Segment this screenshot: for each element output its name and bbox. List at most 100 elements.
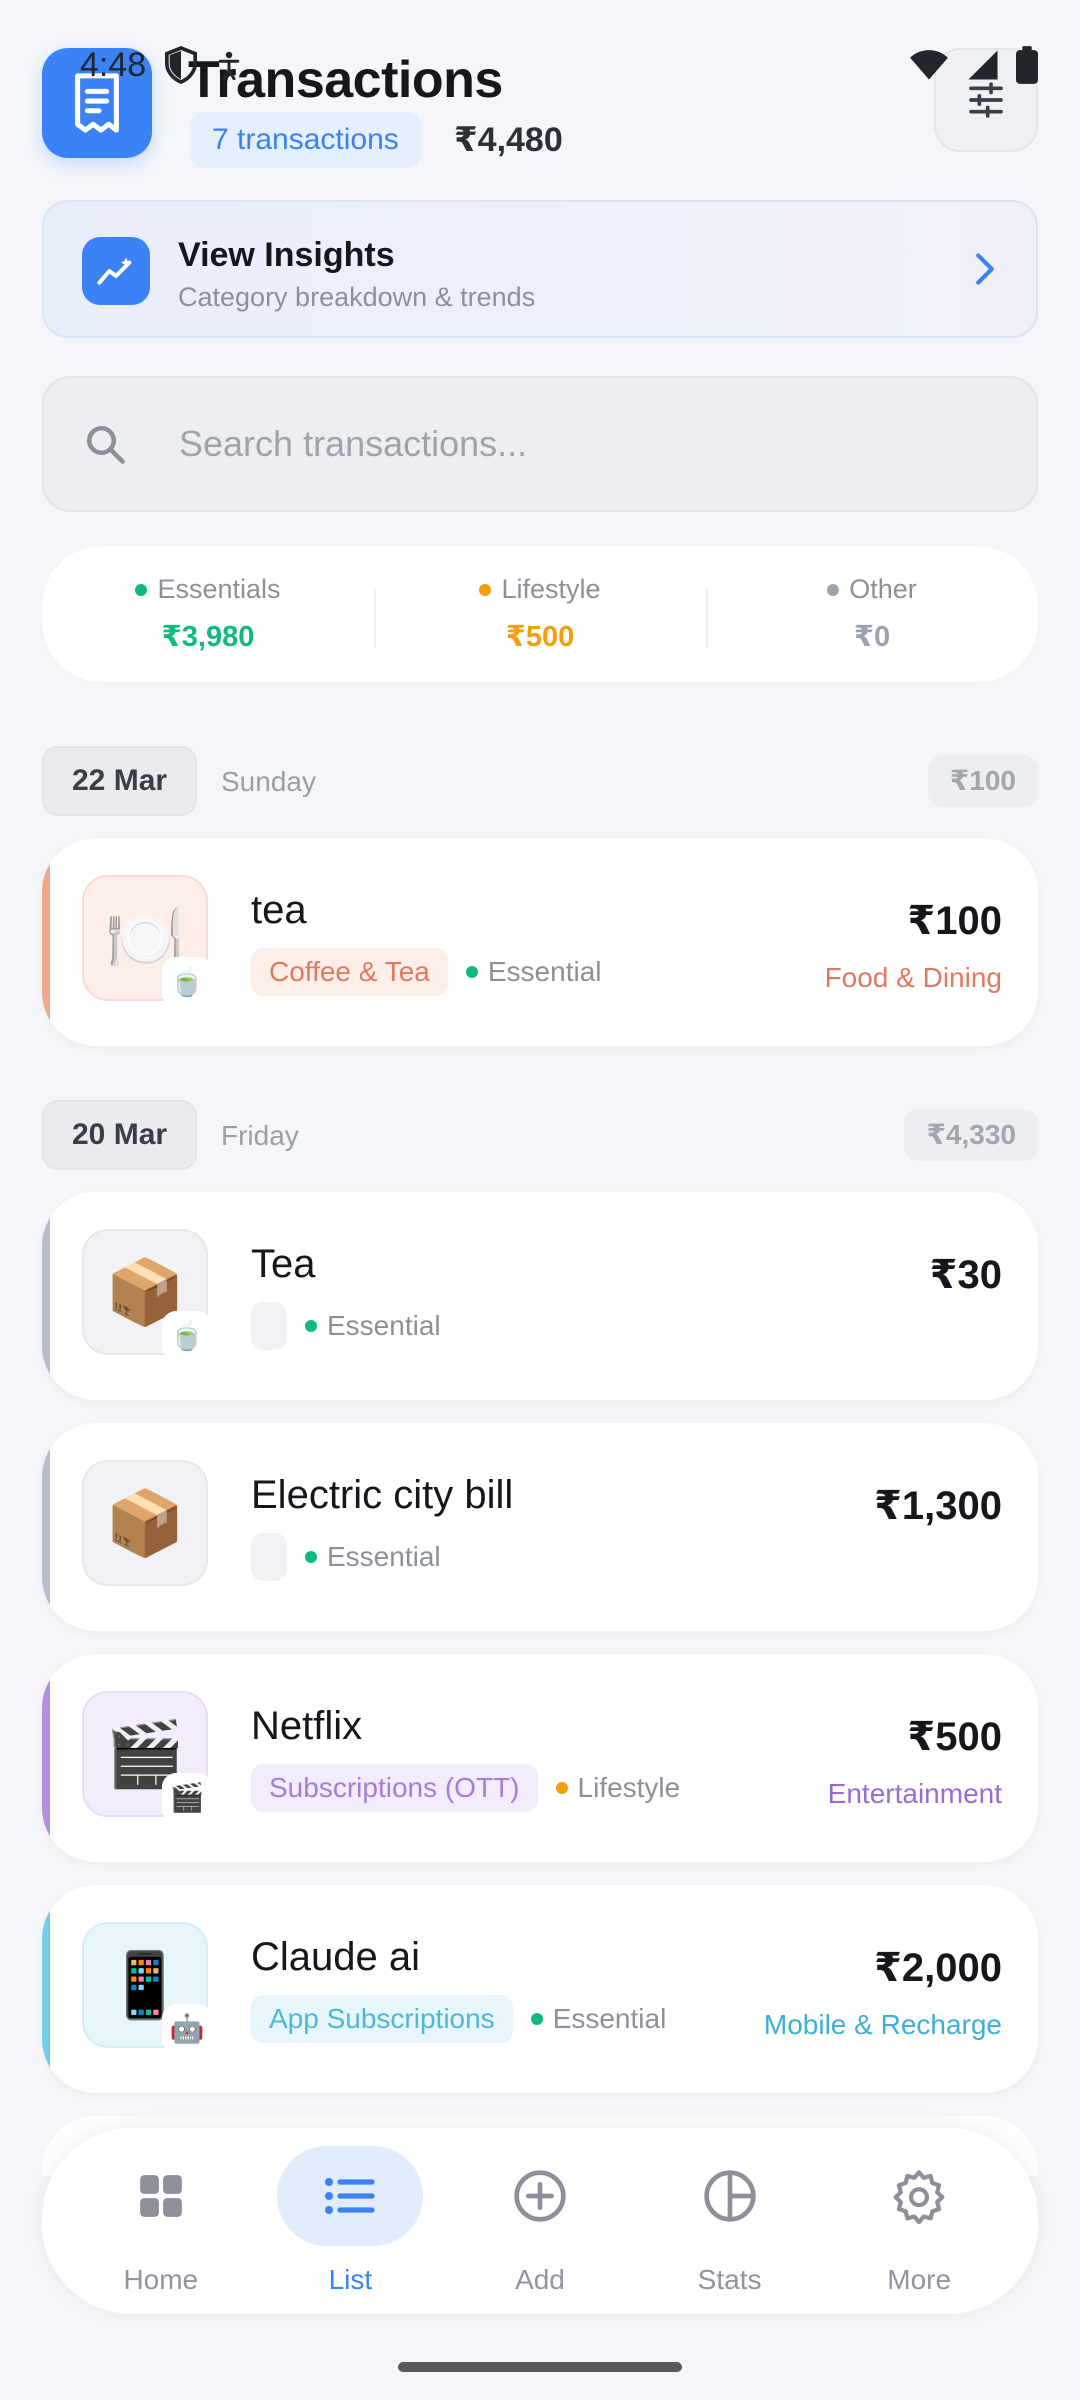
list-icon — [277, 2146, 424, 2246]
trend-sparkle-icon — [82, 237, 150, 305]
nav-list[interactable]: List — [260, 2146, 440, 2296]
clapper-icon: 🎬 🎬 — [82, 1691, 212, 1823]
priority-text: Essential — [487, 956, 602, 987]
subcategory-tag-empty — [251, 1302, 287, 1350]
nav-label: More — [887, 2264, 952, 2295]
view-insights-card[interactable]: View Insights Category breakdown & trend… — [42, 200, 1038, 338]
accessibility-icon — [218, 51, 240, 80]
priority-text: Essential — [327, 1310, 441, 1341]
bottom-nav: Home List Add Stats More — [42, 2128, 1038, 2314]
essentials-dot — [135, 583, 148, 596]
transaction-meta: Essential — [251, 1533, 441, 1581]
search-bar — [42, 376, 1038, 512]
summary-value: ₹500 — [505, 621, 575, 653]
transaction-category: Mobile & Recharge — [763, 2009, 1002, 2040]
nav-add[interactable]: Add — [450, 2146, 630, 2296]
lifestyle-dot — [479, 583, 492, 596]
home-indicator[interactable] — [398, 2362, 682, 2372]
transaction-meta: App Subscriptions Essential — [251, 1995, 666, 2043]
essential-dot — [305, 1320, 317, 1332]
signal-icon — [968, 50, 998, 80]
total-amount: ₹4,480 — [454, 121, 563, 159]
grid-icon — [88, 2146, 234, 2246]
nav-stats[interactable]: Stats — [640, 2146, 820, 2296]
category-accent-bar — [42, 838, 50, 1046]
insights-title: View Insights — [178, 236, 395, 274]
summary-value: ₹3,980 — [161, 621, 255, 653]
clapper-icon: 🎬 — [162, 1773, 212, 1823]
summary-other[interactable]: Other ₹0 — [706, 574, 1038, 654]
chevron-right-icon — [976, 253, 994, 285]
date-header: 20 Mar Friday ₹4,330 — [42, 1100, 1038, 1172]
transaction-name: Netflix — [251, 1704, 363, 1748]
transaction-name: Claude ai — [251, 1935, 421, 1979]
nav-label: List — [328, 2264, 373, 2295]
date-day: Friday — [221, 1120, 299, 1151]
transaction-card[interactable]: 📦 Electric city bill Essential ₹1,300 — [42, 1423, 1038, 1631]
transaction-name: Electric city bill — [251, 1473, 514, 1517]
priority-text: Essential — [552, 2003, 667, 2034]
subcategory-tag: Coffee & Tea — [251, 948, 448, 996]
transaction-name: Tea — [251, 1242, 316, 1286]
transaction-amount: ₹500 — [907, 1715, 1002, 1759]
plus-circle-icon — [467, 2146, 613, 2246]
robot-icon: 🤖 — [162, 2004, 212, 2054]
mobile-icon: 📱 🤖 — [82, 1922, 212, 2054]
category-accent-bar — [42, 1192, 50, 1400]
search-icon — [86, 425, 125, 464]
transaction-card[interactable]: 📦 🍵 Tea Essential ₹30 — [42, 1192, 1038, 1400]
summary-label: Essentials — [157, 574, 281, 604]
priority-label: Essential — [305, 1541, 441, 1573]
summary-label: Other — [849, 574, 917, 604]
essential-dot — [465, 966, 478, 978]
other-dot — [827, 583, 840, 596]
category-accent-bar — [42, 1423, 50, 1631]
package-icon: 📦 — [82, 1460, 208, 1586]
category-accent-bar — [42, 1885, 50, 2093]
subcategory-tag: Subscriptions (OTT) — [251, 1764, 538, 1812]
priority-label: Essential — [530, 2003, 667, 2035]
summary-essentials[interactable]: Essentials ₹3,980 — [42, 574, 374, 654]
tea-icon: 🍵 — [162, 1311, 212, 1361]
status-time: 4:48 — [80, 45, 147, 84]
lifestyle-dot — [555, 1782, 568, 1794]
priority-label: Essential — [465, 956, 602, 988]
summary-label: Lifestyle — [501, 574, 601, 604]
essential-dot — [305, 1551, 317, 1563]
wifi-icon — [910, 50, 948, 80]
date-day: Sunday — [221, 766, 316, 797]
priority-text: Essential — [327, 1541, 441, 1572]
transaction-card[interactable]: 🍽️ 🍵 tea Coffee & Tea Essential ₹100 Foo… — [42, 838, 1038, 1046]
nav-label: Home — [123, 2264, 199, 2295]
subcategory-tag: App Subscriptions — [251, 1995, 513, 2043]
nav-more[interactable]: More — [829, 2146, 1009, 2296]
nav-label: Stats — [697, 2264, 762, 2295]
gear-icon — [846, 2146, 992, 2246]
transaction-amount: ₹2,000 — [874, 1946, 1002, 1990]
transaction-category: Entertainment — [827, 1778, 1002, 1809]
package-icon: 📦 🍵 — [82, 1229, 212, 1361]
summary-lifestyle[interactable]: Lifestyle ₹500 — [374, 574, 706, 654]
search-input[interactable] — [179, 378, 979, 510]
date-total: ₹4,330 — [904, 1109, 1038, 1161]
priority-text: Lifestyle — [577, 1772, 681, 1803]
pie-icon — [657, 2146, 803, 2246]
date-header: 22 Mar Sunday ₹100 — [42, 746, 1038, 818]
priority-label: Essential — [305, 1310, 441, 1342]
priority-label: Lifestyle — [555, 1772, 681, 1804]
date-total: ₹100 — [927, 755, 1038, 807]
transaction-amount: ₹100 — [907, 899, 1002, 943]
category-summary: Essentials ₹3,980 Lifestyle ₹500 Other ₹… — [42, 546, 1038, 682]
plate-icon: 🍽️ 🍵 — [82, 875, 212, 1007]
nav-label: Add — [515, 2264, 565, 2295]
date-chip: 20 Mar — [42, 1100, 198, 1170]
nav-home[interactable]: Home — [71, 2146, 251, 2296]
transaction-amount: ₹30 — [929, 1253, 1002, 1297]
tea-icon: 🍵 — [162, 957, 212, 1007]
transaction-card[interactable]: 📱 🤖 Claude ai App Subscriptions Essentia… — [42, 1885, 1038, 2093]
date-chip: 22 Mar — [42, 746, 198, 816]
category-accent-bar — [42, 1654, 50, 1862]
transaction-card[interactable]: 🎬 🎬 Netflix Subscriptions (OTT) Lifestyl… — [42, 1654, 1038, 1862]
transaction-meta: Coffee & Tea Essential — [251, 948, 602, 996]
transaction-amount: ₹1,300 — [874, 1484, 1002, 1528]
